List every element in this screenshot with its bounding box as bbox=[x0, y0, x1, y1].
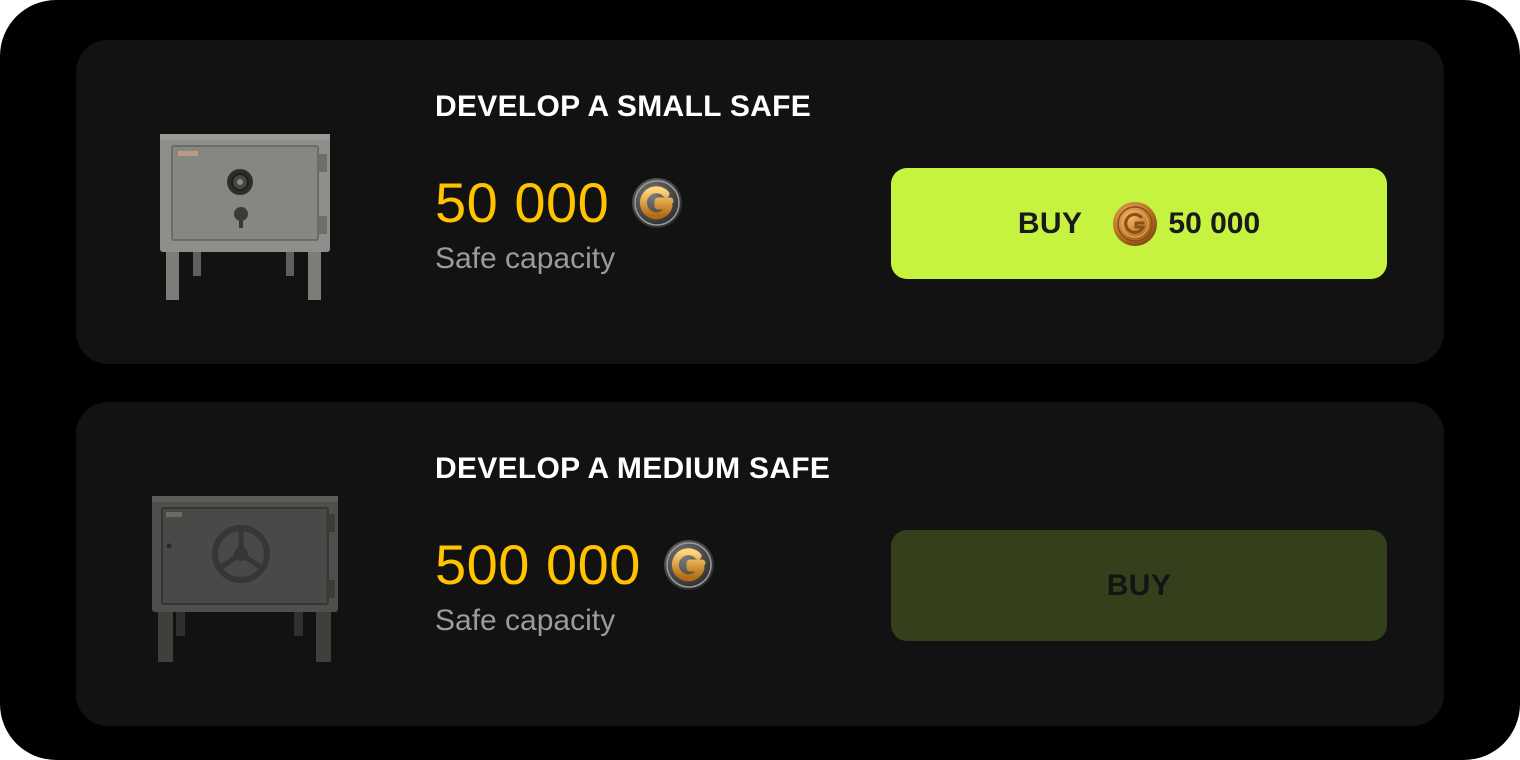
buy-small-safe-button[interactable]: BUY 50 000 bbox=[891, 168, 1387, 279]
capacity-amount: 50 000 bbox=[435, 171, 610, 234]
capacity-row: 500 000 bbox=[435, 530, 715, 600]
g-coin-icon bbox=[663, 540, 714, 590]
offer-title: DEVELOP A SMALL SAFE bbox=[435, 90, 812, 123]
offer-title: DEVELOP A MEDIUM SAFE bbox=[435, 452, 831, 485]
buy-label: BUY bbox=[1106, 568, 1172, 602]
capacity-amount: 500 000 bbox=[435, 533, 641, 596]
buy-price: 50 000 bbox=[1168, 206, 1261, 240]
buy-medium-safe-button[interactable]: BUY bbox=[891, 530, 1387, 641]
offer-card-small-safe: DEVELOP A SMALL SAFE 50 000 Safe capacit… bbox=[76, 40, 1444, 364]
small-safe-image bbox=[160, 134, 330, 300]
offer-card-medium-safe: DEVELOP A MEDIUM SAFE 500 000 Safe capac… bbox=[76, 402, 1444, 726]
capacity-caption: Safe capacity bbox=[435, 604, 616, 637]
g-coin-icon bbox=[632, 178, 683, 228]
capacity-caption: Safe capacity bbox=[435, 242, 616, 275]
gold-coin-icon bbox=[1113, 201, 1158, 246]
buy-label: BUY bbox=[1017, 206, 1083, 240]
offers-panel: DEVELOP A SMALL SAFE 50 000 Safe capacit… bbox=[0, 0, 1520, 760]
medium-safe-image bbox=[152, 496, 338, 662]
capacity-row: 50 000 bbox=[435, 168, 683, 238]
